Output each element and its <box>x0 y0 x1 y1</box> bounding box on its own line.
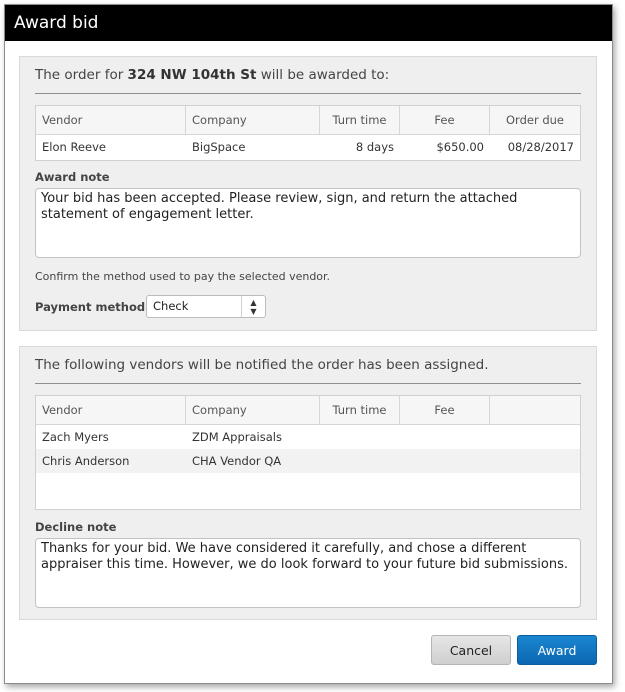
col-turn-time[interactable]: Turn time <box>320 106 400 134</box>
cancel-button[interactable]: Cancel <box>431 635 511 665</box>
award-note-label: Award note <box>35 170 110 184</box>
table-row[interactable]: Elon Reeve BigSpace 8 days $650.00 08/28… <box>36 135 580 159</box>
col-company[interactable]: Company <box>186 106 320 134</box>
payment-method-select[interactable]: Check ▲ ▼ <box>146 295 266 318</box>
updown-arrows-icon: ▲ ▼ <box>241 296 265 317</box>
col-vendor[interactable]: Vendor <box>36 106 186 134</box>
cell-company: CHA Vendor QA <box>192 454 282 468</box>
col-empty <box>490 396 580 424</box>
cell-vendor: Zach Myers <box>42 430 109 444</box>
header-suffix: will be awarded to: <box>256 67 390 83</box>
col-order-due[interactable]: Order due <box>490 106 580 134</box>
grid-header: Vendor Company Turn time Fee Order due <box>36 106 580 135</box>
payment-method-value: Check <box>153 299 189 313</box>
table-row[interactable]: Zach Myers ZDM Appraisals <box>36 425 580 449</box>
notify-panel-header: The following vendors will be notified t… <box>35 357 581 384</box>
award-panel: The order for 324 NW 104th St will be aw… <box>19 56 597 331</box>
cell-vendor: Elon Reeve <box>42 140 106 154</box>
cell-order-due: 08/28/2017 <box>507 140 574 154</box>
header-prefix: The order for <box>35 67 128 83</box>
cell-company: ZDM Appraisals <box>192 430 282 444</box>
cell-company: BigSpace <box>192 140 246 154</box>
award-button[interactable]: Award <box>517 635 597 665</box>
order-address: 324 NW 104th St <box>127 67 257 83</box>
cell-vendor: Chris Anderson <box>42 454 130 468</box>
col-fee[interactable]: Fee <box>400 396 490 424</box>
dialog-title: Award bid <box>5 5 612 41</box>
award-panel-header: The order for 324 NW 104th St will be aw… <box>35 67 581 94</box>
decline-note-label: Decline note <box>35 520 117 534</box>
col-company[interactable]: Company <box>186 396 320 424</box>
cell-turn-time: 8 days <box>355 140 394 154</box>
payment-method-label: Payment method <box>35 300 146 314</box>
payment-hint: Confirm the method used to pay the selec… <box>35 270 331 283</box>
decline-note-field[interactable]: Thanks for your bid. We have considered … <box>35 538 581 608</box>
award-bid-dialog: Award bid The order for 324 NW 104th St … <box>4 4 613 684</box>
cell-fee: $650.00 <box>436 140 484 154</box>
notify-panel: The following vendors will be notified t… <box>19 346 597 620</box>
col-fee[interactable]: Fee <box>400 106 490 134</box>
awarded-vendor-grid: Vendor Company Turn time Fee Order due E… <box>35 105 581 161</box>
grid-header: Vendor Company Turn time Fee <box>36 396 580 425</box>
notified-vendors-grid: Vendor Company Turn time Fee Zach Myers … <box>35 395 581 510</box>
award-note-field[interactable]: Your bid has been accepted. Please revie… <box>35 188 581 258</box>
table-row[interactable]: Chris Anderson CHA Vendor QA <box>36 449 580 473</box>
col-vendor[interactable]: Vendor <box>36 396 186 424</box>
col-turn-time[interactable]: Turn time <box>320 396 400 424</box>
